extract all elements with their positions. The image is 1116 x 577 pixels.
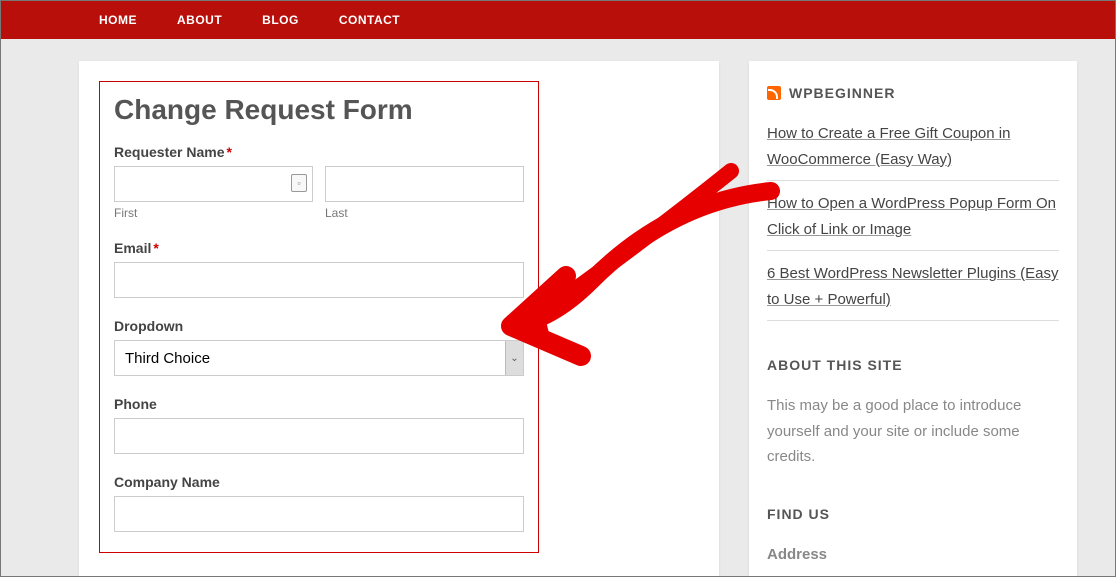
nav-about[interactable]: ABOUT: [157, 1, 242, 39]
dropdown-select[interactable]: Third Choice: [114, 340, 524, 376]
dropdown-label: Dropdown: [114, 318, 524, 334]
field-phone: Phone: [114, 396, 524, 454]
list-item: How to Create a Free Gift Coupon in WooC…: [767, 121, 1059, 181]
main-content: Change Request Form Requester Name* ▫ Fi…: [79, 61, 719, 577]
list-item: How to Open a WordPress Popup Form On Cl…: [767, 191, 1059, 251]
sidebar: WPBEGINNER How to Create a Free Gift Cou…: [749, 61, 1077, 577]
phone-input[interactable]: [114, 418, 524, 454]
email-input[interactable]: [114, 262, 524, 298]
findus-widget-title: FIND US: [767, 506, 1059, 522]
requester-name-label: Requester Name*: [114, 144, 524, 160]
nav-contact[interactable]: CONTACT: [319, 1, 420, 39]
field-company: Company Name: [114, 474, 524, 532]
company-label: Company Name: [114, 474, 524, 490]
phone-label: Phone: [114, 396, 524, 412]
rss-link[interactable]: 6 Best WordPress Newsletter Plugins (Eas…: [767, 265, 1059, 308]
field-email: Email*: [114, 240, 524, 298]
change-request-form: Change Request Form Requester Name* ▫ Fi…: [99, 81, 539, 553]
rss-widget-title: WPBEGINNER: [767, 85, 1059, 101]
nav-blog[interactable]: BLOG: [242, 1, 319, 39]
field-dropdown: Dropdown Third Choice ⌄: [114, 318, 524, 376]
main-nav: HOME ABOUT BLOG CONTACT: [1, 1, 1115, 39]
form-title: Change Request Form: [114, 94, 524, 126]
rss-widget: WPBEGINNER How to Create a Free Gift Cou…: [767, 85, 1059, 321]
address-label: Address: [767, 542, 1059, 568]
first-name-input[interactable]: [114, 166, 313, 202]
list-item: 6 Best WordPress Newsletter Plugins (Eas…: [767, 261, 1059, 321]
email-label: Email*: [114, 240, 524, 256]
last-name-sublabel: Last: [325, 206, 524, 220]
field-requester-name: Requester Name* ▫ First Last: [114, 144, 524, 220]
rss-link[interactable]: How to Open a WordPress Popup Form On Cl…: [767, 195, 1056, 238]
company-input[interactable]: [114, 496, 524, 532]
last-name-input[interactable]: [325, 166, 524, 202]
about-text: This may be a good place to introduce yo…: [767, 393, 1059, 470]
required-marker: *: [153, 240, 158, 256]
rss-icon: [767, 86, 781, 100]
about-widget: ABOUT THIS SITE This may be a good place…: [767, 357, 1059, 470]
findus-widget: FIND US Address: [767, 506, 1059, 568]
rss-feed-list: How to Create a Free Gift Coupon in WooC…: [767, 121, 1059, 321]
nav-home[interactable]: HOME: [79, 1, 157, 39]
first-name-sublabel: First: [114, 206, 313, 220]
about-widget-title: ABOUT THIS SITE: [767, 357, 1059, 373]
rss-link[interactable]: How to Create a Free Gift Coupon in WooC…: [767, 125, 1010, 168]
required-marker: *: [227, 144, 232, 160]
